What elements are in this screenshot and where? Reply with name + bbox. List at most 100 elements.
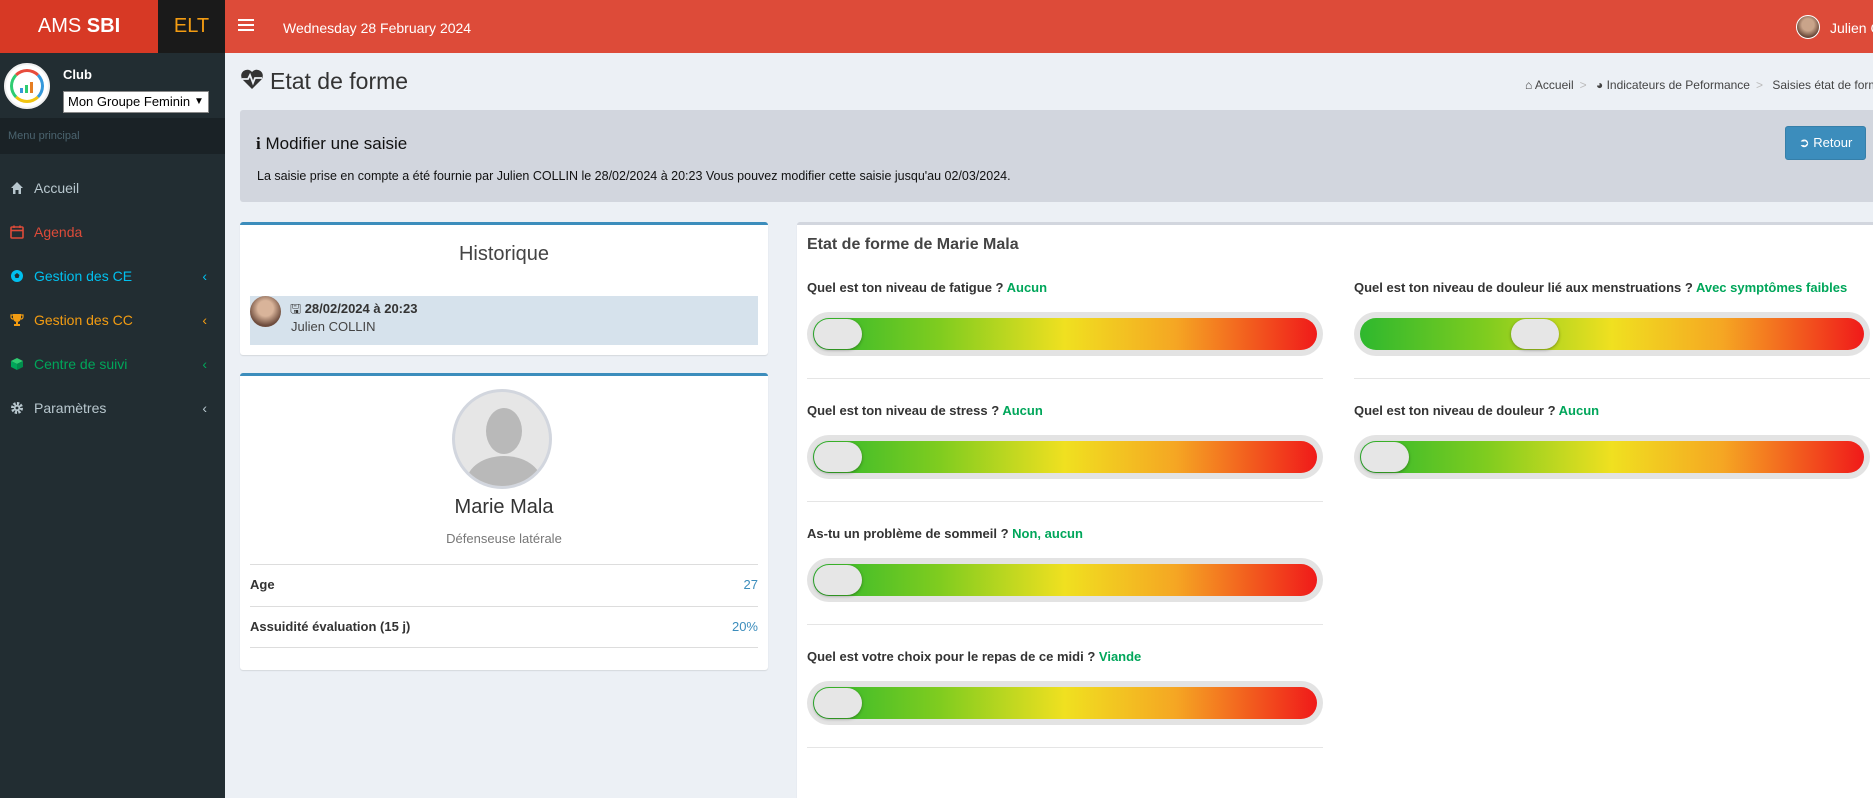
calendar-icon xyxy=(10,225,24,239)
top-navbar: AMS SBI ELT Wednesday 28 February 2024 J… xyxy=(0,0,1873,53)
slider-handle[interactable] xyxy=(1510,319,1559,349)
question-label: Quel est ton niveau de stress ? Aucun xyxy=(807,403,1327,418)
chevron-left-icon: ‹ xyxy=(202,356,207,372)
repas-slider[interactable] xyxy=(807,681,1323,725)
chevron-left-icon: ‹ xyxy=(202,400,207,416)
callout-title-text: Modifier une saisie xyxy=(265,134,408,153)
history-date-text: 28/02/2024 à 20:23 xyxy=(304,301,418,316)
question-text: Quel est ton niveau de douleur ? xyxy=(1354,403,1556,418)
question-text: Quel est ton niveau de fatigue ? xyxy=(807,280,1004,295)
athlete-name: Marie Mala xyxy=(454,496,554,518)
stat-value[interactable]: 27 xyxy=(744,565,758,605)
sidebar-item-label: Centre de suivi xyxy=(34,356,128,372)
sidebar-item-label: Accueil xyxy=(34,180,80,196)
athlete-role: Défenseuse latérale xyxy=(446,531,562,546)
slider-handle[interactable] xyxy=(814,442,862,472)
app-logo[interactable]: AMS SBI xyxy=(0,0,158,53)
group-select-value: Mon Groupe Feminin xyxy=(68,94,191,109)
soccer-ball-icon xyxy=(11,270,23,282)
question-text: Quel est votre choix pour le repas de ce… xyxy=(807,649,1096,664)
question-label: Quel est votre choix pour le repas de ce… xyxy=(807,649,1327,664)
slider-handle[interactable] xyxy=(1361,442,1409,472)
question-answer: Aucun xyxy=(1002,403,1043,418)
home-icon: ⌂ xyxy=(1525,78,1533,92)
sidebar-item-label: Agenda xyxy=(34,224,83,240)
dashboard-icon: ◕ xyxy=(1595,78,1604,92)
club-label: Club xyxy=(63,67,92,82)
avatar xyxy=(452,389,552,489)
question-repas: Quel est votre choix pour le repas de ce… xyxy=(807,649,1327,748)
douleur-slider[interactable] xyxy=(1354,435,1870,479)
question-stress: Quel est ton niveau de stress ? Aucun xyxy=(807,403,1327,502)
history-user: Julien COLLIN xyxy=(291,319,376,334)
sidebar-item-centre-suivi[interactable]: Centre de suivi ‹ xyxy=(0,342,225,386)
question-label: As-tu un problème de sommeil ? Non, aucu… xyxy=(807,526,1327,541)
breadcrumb-item-accueil[interactable]: Accueil xyxy=(1535,78,1574,92)
menstruations-slider[interactable] xyxy=(1354,312,1870,356)
slider-handle[interactable] xyxy=(814,565,862,595)
question-label: Quel est ton niveau de douleur lié aux m… xyxy=(1354,280,1873,295)
sidebar-item-parametres[interactable]: Paramètres ‹ xyxy=(0,386,225,430)
form-title: Etat de forme de Marie Mala xyxy=(807,236,1019,253)
sidebar-item-accueil[interactable]: Accueil xyxy=(0,166,225,210)
heartbeat-icon xyxy=(241,69,263,89)
slider-handle[interactable] xyxy=(814,319,862,349)
question-menstruations: Quel est ton niveau de douleur lié aux m… xyxy=(1354,280,1873,379)
elt-badge[interactable]: ELT xyxy=(158,0,225,53)
stress-slider[interactable] xyxy=(807,435,1323,479)
chevron-down-icon: ▼ xyxy=(192,92,206,112)
retour-button-label: Retour xyxy=(1813,135,1853,150)
sidebar-item-gestion-ce[interactable]: Gestion des CE ‹ xyxy=(0,254,225,298)
profile-box: Marie Mala Défenseuse latérale Age 27 As… xyxy=(240,373,768,670)
menu-header: Menu principal xyxy=(0,118,225,154)
sidebar-item-agenda[interactable]: Agenda xyxy=(0,210,225,254)
edit-callout: i Modifier une saisie La saisie prise en… xyxy=(240,110,1873,202)
sidebar: Club Mon Groupe Feminin ▼ Menu principal… xyxy=(0,53,225,798)
trophy-icon xyxy=(10,314,24,326)
question-answer: Avec symptômes faibles xyxy=(1695,280,1848,295)
home-icon xyxy=(11,182,23,194)
etat-forme-box: Etat de forme de Marie Mala Quel est ton… xyxy=(797,222,1873,798)
logo-bold-text: SBI xyxy=(86,15,121,37)
historique-box: Historique 🖫 28/02/2024 à 20:23 Julien C… xyxy=(240,222,768,355)
sidebar-item-gestion-cc[interactable]: Gestion des CC ‹ xyxy=(0,298,225,342)
back-arrow-icon: ➲ xyxy=(1798,135,1810,150)
sommeil-slider[interactable] xyxy=(807,558,1323,602)
club-logo xyxy=(4,63,50,109)
current-date: Wednesday 28 February 2024 xyxy=(283,20,472,36)
sidebar-item-label: Paramètres xyxy=(34,400,107,416)
question-douleur: Quel est ton niveau de douleur ? Aucun xyxy=(1354,403,1873,479)
sidebar-item-label: Gestion des CC xyxy=(34,312,133,328)
menu-toggle-icon[interactable] xyxy=(238,16,254,36)
question-text: Quel est ton niveau de douleur lié aux m… xyxy=(1354,280,1693,295)
fatigue-slider[interactable] xyxy=(807,312,1323,356)
question-text: As-tu un problème de sommeil ? xyxy=(807,526,1009,541)
user-name[interactable]: Julien C xyxy=(1830,0,1873,56)
logo-text: AMS xyxy=(37,15,82,37)
breadcrumb-item-indicateurs[interactable]: Indicateurs de Peformance xyxy=(1607,78,1750,92)
cube-icon xyxy=(11,358,23,370)
group-select[interactable]: Mon Groupe Feminin ▼ xyxy=(63,91,209,113)
gear-icon xyxy=(11,402,23,414)
user-avatar[interactable] xyxy=(1796,15,1820,39)
question-answer: Viande xyxy=(1098,649,1142,664)
question-answer: Non, aucun xyxy=(1012,526,1083,541)
stat-label: Age xyxy=(250,577,275,592)
page-title: Etat de forme xyxy=(270,68,409,94)
question-sommeil: As-tu un problème de sommeil ? Non, aucu… xyxy=(807,526,1327,625)
slider-handle[interactable] xyxy=(814,688,862,718)
stat-label: Assuidité évaluation (15 j) xyxy=(250,619,411,634)
question-text: Quel est ton niveau de stress ? xyxy=(807,403,1000,418)
breadcrumb-item-saisies: Saisies état de form xyxy=(1772,78,1873,92)
callout-title: i Modifier une saisie xyxy=(256,134,407,154)
chevron-left-icon: ‹ xyxy=(202,268,207,284)
chevron-left-icon: ‹ xyxy=(202,312,207,328)
retour-button[interactable]: ➲ Retour xyxy=(1785,126,1866,160)
stat-row-age: Age 27 xyxy=(250,564,758,606)
callout-text: La saisie prise en compte a été fournie … xyxy=(257,169,1011,183)
history-entry[interactable]: 🖫 28/02/2024 à 20:23 Julien COLLIN xyxy=(250,296,758,345)
info-icon: i xyxy=(256,134,261,153)
question-label: Quel est ton niveau de fatigue ? Aucun xyxy=(807,280,1327,295)
stat-value[interactable]: 20% xyxy=(732,607,758,647)
save-icon: 🖫 xyxy=(290,301,302,316)
